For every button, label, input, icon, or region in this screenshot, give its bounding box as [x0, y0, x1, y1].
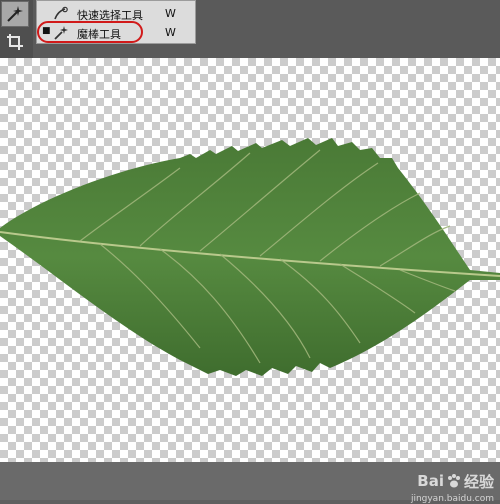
status-bar: Bai 经验 jingyan.baidu.com: [0, 462, 500, 504]
tools-panel: [0, 0, 33, 58]
menu-item-shortcut: W: [165, 7, 176, 20]
options-bar: 快速选择工具 W ■ 魔棒工具 W: [0, 0, 500, 58]
annotation-highlight-circle: [37, 21, 143, 43]
magic-wand-icon: [7, 6, 23, 22]
magic-wand-tool-button[interactable]: [1, 1, 29, 27]
baidu-watermark: Bai 经验 jingyan.baidu.com: [411, 470, 494, 504]
watermark-site: jingyan.baidu.com: [410, 494, 494, 504]
quick-selection-icon: [53, 6, 69, 22]
crop-icon: [7, 34, 23, 50]
crop-tool-button[interactable]: [1, 29, 29, 55]
document-canvas[interactable]: [0, 58, 500, 462]
paw-icon: [447, 474, 460, 488]
leaf-image: [0, 138, 500, 376]
watermark-brand-left: Bai: [417, 472, 444, 490]
menu-item-shortcut: W: [165, 26, 176, 39]
watermark-brand-right: 经验: [463, 472, 494, 491]
